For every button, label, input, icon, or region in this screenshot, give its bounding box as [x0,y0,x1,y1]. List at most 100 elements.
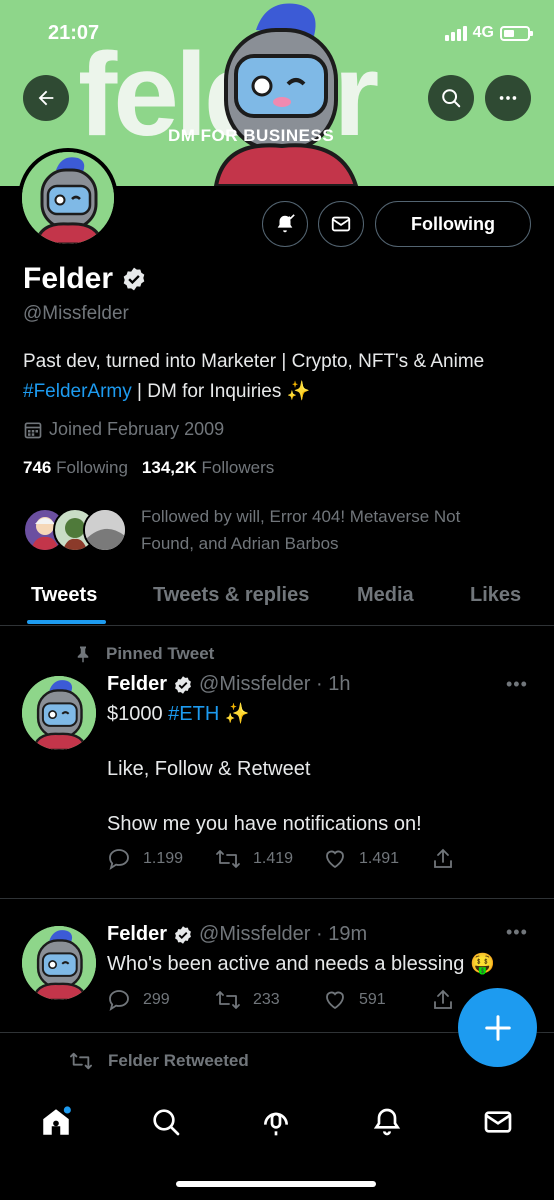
profile-handle: @Missfelder [23,303,129,324]
retweeted-label: Felder Retweeted [68,1050,249,1072]
share-button[interactable] [431,988,455,1012]
tweet-author-avatar[interactable] [22,676,96,750]
knight-avatar-image [22,676,96,750]
tweet-text: Who's been active and needs a blessing 🤑 [107,953,495,975]
reply-count: 299 [143,991,170,1008]
tab-tweets[interactable]: Tweets [31,584,97,607]
calendar-icon [24,422,42,438]
following-stat[interactable]: 746 Following [23,458,128,478]
reply-button[interactable]: 1.199 [107,847,215,871]
bio-hashtag-link[interactable]: #FelderArmy [23,381,132,402]
notifications-toggle-button[interactable] [262,201,308,247]
status-bar: 21:07 4G [0,18,554,50]
share-button[interactable] [431,847,455,871]
bio-text: Past dev, turned into Marketer | Crypto,… [23,351,485,372]
pinned-tweet-label: Pinned Tweet [74,644,214,664]
tweet-author-name[interactable]: Felder [107,673,167,696]
retweet-button[interactable]: 1.419 [215,847,323,871]
tweet-hashtag-link[interactable]: #ETH [168,703,219,725]
like-button[interactable]: 1.491 [323,847,431,871]
search-button[interactable] [428,75,474,121]
followers-stat[interactable]: 134,2K Followers [142,458,274,478]
tweet-author-avatar[interactable] [22,926,96,1000]
network-label: 4G [472,24,494,41]
like-icon [326,991,344,1010]
joined-date: Joined February 2009 [23,419,224,440]
more-options-button[interactable] [485,75,531,121]
like-button[interactable]: 591 [323,988,431,1012]
nav-messages[interactable] [478,1102,518,1142]
pinned-tweet-text: Pinned Tweet [106,644,215,663]
profile-display-name: Felder [23,262,114,295]
battery-icon [500,25,533,41]
tweet-text: Show me you have notifications on! [107,813,422,835]
search-icon [442,89,461,108]
retweet-icon [216,850,240,868]
knight-avatar-image [22,152,114,244]
retweet-icon [216,991,240,1009]
tweet-handle-time: @Missfelder · 19m [199,923,368,945]
pin-icon [77,646,89,663]
nav-notifications[interactable] [367,1102,407,1142]
followed-by-text: Followed by will, Error 404! Metaverse N… [141,507,461,553]
retweet-count: 1.419 [253,850,294,867]
retweet-icon [69,1052,92,1070]
tweet-header: Felder @Missfelder · 1h [107,673,351,696]
tab-tweets-replies[interactable]: Tweets & replies [153,584,309,607]
tweet-actions: 299 233 591 [107,988,455,1012]
banner-subtitle: DM FOR BUSINESS [168,126,335,145]
tab-likes[interactable]: Likes [470,584,521,607]
reply-count: 1.199 [143,850,184,867]
active-tab-indicator [27,620,106,624]
knight-avatar-image [22,926,96,1000]
reply-button[interactable]: 299 [107,988,215,1012]
home-icon [43,1106,71,1135]
followed-by-section[interactable]: Followed by will, Error 404! Metaverse N… [23,503,501,557]
tweet-text: Like, Follow & Retweet [107,758,311,780]
joined-text: Joined February 2009 [49,419,225,439]
followers-label: Followers [201,458,275,477]
tweet-divider [0,898,554,899]
compose-tweet-button[interactable] [458,988,537,1067]
retweet-button[interactable]: 233 [215,988,323,1012]
back-button[interactable] [23,75,69,121]
following-label: Following [56,458,128,477]
nav-explore[interactable] [146,1102,186,1142]
share-icon [434,848,452,868]
followers-count: 134,2K [141,458,197,477]
tweet-more-button[interactable]: ••• [506,674,528,695]
spaces-icon [264,1112,288,1136]
like-count: 1.491 [359,850,400,867]
home-indicator [176,1181,376,1187]
compose-icon [484,1014,511,1041]
tweet-text: ✨ [219,703,250,725]
profile-bio: Past dev, turned into Marketer | Crypto,… [23,347,523,407]
retweet-count: 233 [253,991,280,1008]
reply-icon [109,990,129,1012]
bio-text-end: | DM for Inquiries ✨ [131,381,311,402]
nav-home[interactable] [36,1102,76,1142]
tweet-more-button[interactable]: ••• [506,922,528,943]
verified-icon [175,925,191,944]
mail-icon [331,216,351,232]
reply-icon [109,849,129,871]
search-icon [153,1109,180,1136]
verified-icon [123,267,145,291]
tweet-header: Felder @Missfelder · 19m [107,923,367,946]
following-button[interactable]: Following [375,201,531,247]
follower-avatar [83,508,127,552]
nav-spaces[interactable] [256,1102,296,1142]
message-button[interactable] [318,201,364,247]
tab-media[interactable]: Media [357,584,414,607]
profile-tabs: Tweets Tweets & replies Media Likes [0,570,554,626]
tweet-handle-time: @Missfelder · 1h [199,673,351,695]
verified-icon [175,675,191,694]
status-time: 21:07 [48,22,100,44]
profile-avatar[interactable] [18,148,118,248]
retweeted-text: Felder Retweeted [108,1051,249,1070]
bell-check-icon [277,214,295,233]
messages-icon [484,1111,512,1133]
followed-by-avatars [23,503,133,553]
tweet-author-name[interactable]: Felder [107,923,167,946]
tweet-text: $1000 [107,703,169,725]
